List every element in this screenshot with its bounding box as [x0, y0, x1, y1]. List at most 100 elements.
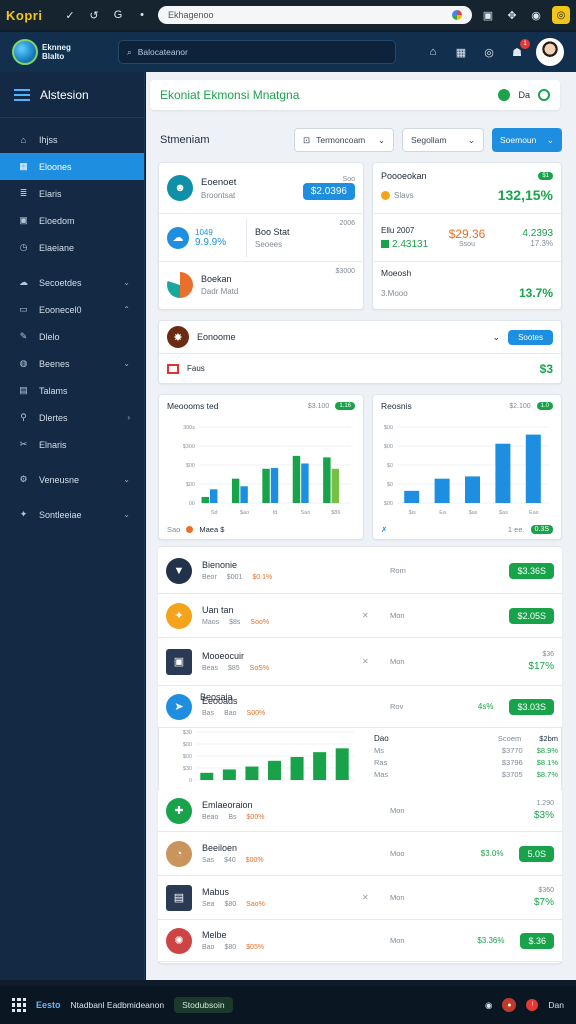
- bar[interactable]: [290, 756, 304, 780]
- sidebar-item-12[interactable]: ⚙ Veneusne ⌄: [0, 466, 144, 493]
- back-icon[interactable]: ↺: [86, 7, 102, 23]
- list-item[interactable]: ◔ Beeiloen Sas $40 $00% Moo $3.0% 5.0S: [158, 832, 562, 876]
- sidebar-item-8[interactable]: ◍ Beenes ⌄: [0, 350, 144, 377]
- list-item[interactable]: ▣ Mooeocuir Beas $85 SoS% ✕ Mon $36 $17%: [158, 638, 562, 686]
- sub-header: Ekoniat Ekmonsi Mnatgna Da: [150, 80, 560, 110]
- filter-select-2[interactable]: Segollam ⌄: [402, 128, 484, 152]
- home-icon[interactable]: ⌂: [424, 43, 442, 61]
- list-item[interactable]: ✚ Emlaeoraion Beao Bs $00% Mon 1.290 $3%: [158, 790, 562, 832]
- sidebar-item-11[interactable]: ✂ Elnaris: [0, 431, 144, 458]
- check-icon[interactable]: ✓: [62, 7, 78, 23]
- bar[interactable]: [525, 434, 541, 503]
- row-sub: Sas: [202, 857, 215, 864]
- sidebar-item-label: Ihjss: [39, 134, 58, 145]
- record-icon[interactable]: ◉: [485, 1000, 492, 1011]
- chevron-down-icon[interactable]: ⌄: [493, 332, 501, 343]
- sidebar-item-6[interactable]: ▭ Eoonecel0 ⌃: [0, 296, 144, 323]
- toggle-icon[interactable]: [538, 89, 550, 101]
- address-bar[interactable]: Ekhagenoo: [158, 6, 472, 24]
- sidebar-item-label: Beenes: [39, 358, 70, 369]
- list-item[interactable]: ✺ Melbe Bao $80 $05% Mon $3.36% $.36: [158, 920, 562, 962]
- user-icon[interactable]: ●: [502, 998, 517, 1012]
- puzzle-icon[interactable]: ✥: [504, 7, 520, 23]
- taskbar: Eesto Ntadbanl Eadbmideanon Stodubsoin ◉…: [0, 986, 576, 1024]
- row-name: Beeiloen: [202, 843, 238, 853]
- eye-icon[interactable]: ◎: [480, 43, 498, 61]
- pie-icon: [167, 271, 193, 298]
- card-a-value[interactable]: $2.0396: [302, 183, 355, 200]
- y-tick-label: $00: [384, 444, 393, 450]
- sidebar-item-1[interactable]: ▦ Eloones: [0, 153, 144, 180]
- sum-m: $3770: [501, 746, 523, 755]
- g-icon[interactable]: G: [110, 7, 126, 23]
- card-e-l2: 2.43131: [392, 238, 429, 250]
- card-a-sub: Broontsat: [201, 190, 236, 200]
- row-badge[interactable]: 5.0S: [519, 845, 554, 862]
- close-icon[interactable]: ✕: [362, 657, 380, 666]
- square-icon[interactable]: ▣: [480, 7, 496, 23]
- sidebar-item-3[interactable]: ▣ Eloedom: [0, 207, 144, 234]
- menu-icon[interactable]: [14, 88, 30, 101]
- sidebar-item-2[interactable]: ≣ Elaris: [0, 180, 144, 207]
- bar[interactable]: [201, 496, 209, 503]
- bar[interactable]: [335, 748, 349, 780]
- bar[interactable]: [313, 752, 327, 780]
- list-item[interactable]: ✦ Uan tan Maos $8s Soo% ✕ Mon $2.05S: [158, 594, 562, 638]
- row-badge[interactable]: $2.05S: [509, 607, 554, 624]
- sidebar-item-0[interactable]: ⌂ Ihjss: [0, 126, 144, 153]
- profile-icon[interactable]: ◉: [528, 7, 544, 23]
- card-b-n2: 9.9.9%: [195, 236, 227, 248]
- close-icon[interactable]: ✕: [362, 611, 380, 620]
- row-name: Emlaeoraion: [202, 800, 253, 810]
- sidebar-item-10[interactable]: ⚲ Dlertes ›: [0, 404, 144, 431]
- sidebar-item-4[interactable]: ◷ Elaeiane: [0, 234, 144, 261]
- bar[interactable]: [292, 455, 301, 503]
- logo[interactable]: Eknneg Blalto: [12, 39, 108, 65]
- avatar[interactable]: [536, 38, 564, 66]
- grid-icon[interactable]: ▦: [452, 43, 470, 61]
- row-badge[interactable]: $.36: [520, 932, 554, 949]
- bar[interactable]: [404, 490, 420, 503]
- filter-select-1[interactable]: ⊡ Termoncoam ⌄: [294, 128, 394, 152]
- x-tick-label: $86: [331, 510, 340, 516]
- close-icon[interactable]: ✕: [362, 893, 380, 902]
- bar[interactable]: [222, 769, 236, 780]
- alert-icon[interactable]: !: [526, 999, 539, 1011]
- primary-dropdown-button[interactable]: Soemoun ⌄: [492, 128, 562, 152]
- row-badge[interactable]: $3.36S: [509, 562, 554, 579]
- list-item[interactable]: ▼ Bienonie Beor $001 $0.1% Rom $3.36S: [158, 548, 562, 594]
- bar[interactable]: [268, 760, 281, 780]
- row-badge[interactable]: $3.03S: [509, 698, 554, 715]
- list-item[interactable]: ▤ Mabus Sea $80 Sao% ✕ Mon $360 $7%: [158, 876, 562, 920]
- card-a-title: Eoenoet: [201, 176, 237, 188]
- sidebar-item-13[interactable]: ✦ Sontleeiae ⌄: [0, 501, 144, 528]
- sidebar-item-9[interactable]: ▤ Talams: [0, 377, 144, 404]
- bar[interactable]: [465, 476, 480, 503]
- taskbar-app[interactable]: Eesto: [36, 1000, 61, 1010]
- bar[interactable]: [245, 766, 259, 780]
- card-g-button[interactable]: Sootes: [508, 329, 553, 345]
- bar[interactable]: [209, 489, 218, 503]
- sidebar-item-5[interactable]: ☁ Secoetdes ⌄: [0, 269, 144, 296]
- bell-icon[interactable]: ☗ 1: [508, 39, 530, 61]
- apps-grid-icon[interactable]: [12, 998, 26, 1012]
- bar[interactable]: [331, 468, 340, 503]
- bar[interactable]: [240, 486, 248, 503]
- bar[interactable]: [270, 468, 279, 503]
- chart-2-footer-right: 1 ee.: [507, 524, 525, 534]
- sidebar: Alstesion ⌂ Ihjss ▦ Eloones ≣ Elaris ▣ Eloedom ◷…: [0, 72, 145, 980]
- header-search-input[interactable]: ⌕ Balocateanor: [118, 40, 396, 64]
- taskbar-tag[interactable]: Stodubsoin: [174, 997, 233, 1013]
- bar[interactable]: [323, 457, 331, 503]
- y-tick-label: $00: [186, 463, 195, 469]
- bar[interactable]: [200, 772, 214, 780]
- sidebar-item-7[interactable]: ✎ Dlelo: [0, 323, 144, 350]
- bar[interactable]: [231, 478, 240, 503]
- extension-icon[interactable]: ◎: [552, 6, 570, 24]
- bar[interactable]: [262, 468, 270, 503]
- bar[interactable]: [495, 443, 511, 503]
- chevron-down-icon: ⌄: [377, 134, 385, 145]
- bar[interactable]: [301, 463, 309, 503]
- bar[interactable]: [434, 478, 450, 503]
- sidebar-header[interactable]: Alstesion: [0, 72, 144, 118]
